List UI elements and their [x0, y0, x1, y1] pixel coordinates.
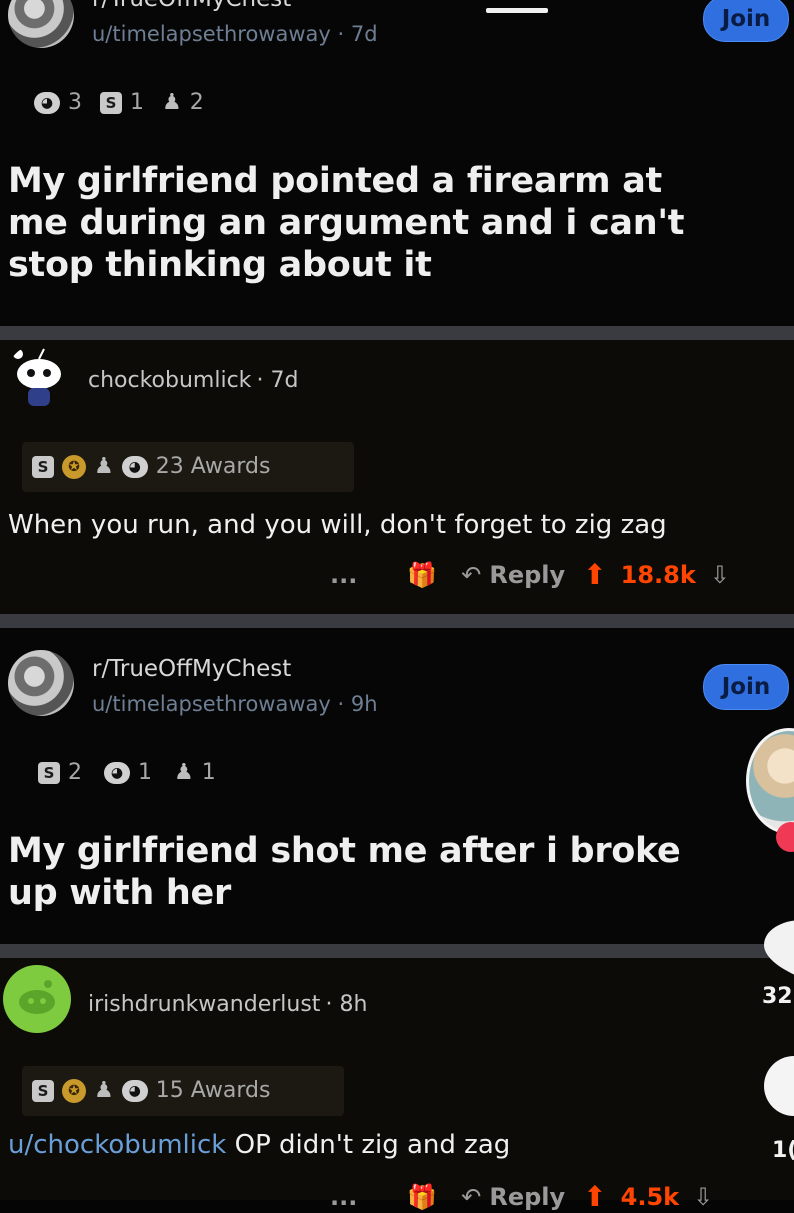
comment-body: u/chockobumlick OP didn't zig and zag	[8, 1130, 510, 1160]
comment-text: OP didn't zig and zag	[234, 1130, 511, 1160]
separator-dot: ·	[337, 22, 351, 46]
gift-icon[interactable]: 🎁	[407, 1183, 437, 1211]
comment-actions: ... 🎁 ↶ Reply ⬆ 18.8k ⇩	[330, 558, 730, 591]
comment-awards[interactable]: S ✪ ♟ ◕ 23 Awards	[22, 442, 354, 492]
comment-card-1: chockobumlick · 7d S ✪ ♟ ◕ 23 Awards Whe…	[0, 340, 794, 614]
helpful-award-icon: ♟	[162, 90, 182, 115]
separator-dot: ·	[337, 692, 351, 716]
post-author-name[interactable]: u/timelapsethrowaway	[92, 22, 331, 46]
award-icons: S ✪ ♟ ◕ 15 Awards	[32, 1078, 270, 1103]
helpful-award-icon: ♟	[174, 760, 194, 785]
post-author[interactable]: u/timelapsethrowaway · 7d	[92, 22, 378, 46]
post-author[interactable]: u/timelapsethrowaway · 9h	[92, 692, 378, 716]
more-options-button[interactable]: ...	[330, 1183, 357, 1211]
subreddit-name[interactable]: r/TrueOffMyChest	[92, 656, 291, 682]
vote-score: 4.5k	[620, 1182, 680, 1211]
award-count: 3	[68, 90, 82, 115]
gold-award-icon: ✪	[62, 1078, 86, 1103]
subreddit-avatar[interactable]	[8, 650, 74, 716]
wholesome-award-icon: ◕	[121, 455, 148, 478]
post-card-2[interactable]: r/TrueOffMyChest u/timelapsethrowaway · …	[0, 628, 794, 944]
post-author-name[interactable]: u/timelapsethrowaway	[92, 692, 331, 716]
drag-handle[interactable]	[486, 8, 548, 13]
post-awards: ◕ 3 S 1 ♟ 2	[34, 90, 204, 115]
comment-author-name[interactable]: irishdrunkwanderlust	[88, 992, 320, 1017]
subreddit-name[interactable]: r/TrueOffMyChest	[92, 0, 291, 12]
comment-time: 8h	[339, 992, 368, 1017]
comment-author[interactable]: irishdrunkwanderlust · 8h	[88, 992, 367, 1017]
comment-author-name[interactable]: chockobumlick	[88, 368, 251, 393]
separator-dot: ·	[325, 992, 340, 1017]
post-time: 9h	[350, 692, 378, 716]
silver-award-icon: S	[32, 455, 54, 478]
divider	[0, 326, 794, 340]
join-button[interactable]: Join	[703, 664, 789, 710]
like-count: 32	[762, 984, 793, 1009]
awards-count: 15 Awards	[155, 1078, 271, 1103]
comment-actions: ... 🎁 ↶ Reply ⬆ 4.5k ⇩	[330, 1180, 713, 1213]
wholesome-award-icon: ◕	[121, 1079, 148, 1102]
silver-award-icon: S	[38, 761, 60, 784]
gift-icon[interactable]: 🎁	[407, 561, 437, 589]
wholesome-award-icon: ◕	[34, 91, 60, 114]
comment-awards[interactable]: S ✪ ♟ ◕ 15 Awards	[22, 1066, 344, 1116]
silver-award-icon: S	[100, 91, 122, 114]
snoo-avatar-icon[interactable]	[6, 344, 72, 410]
post-time: 7d	[350, 22, 378, 46]
snoo-avatar-icon[interactable]	[2, 964, 72, 1034]
comment-time: 7d	[270, 368, 299, 393]
separator-dot: ·	[256, 368, 271, 393]
like-heart-icon[interactable]	[762, 900, 794, 980]
award-count: 1	[201, 760, 216, 785]
post-card-1[interactable]: r/TrueOffMyChest u/timelapsethrowaway · …	[0, 0, 794, 326]
upvote-icon[interactable]: ⬆	[583, 1180, 606, 1213]
wholesome-award-icon: ◕	[104, 761, 130, 784]
divider	[0, 614, 794, 628]
post-title[interactable]: My girlfriend pointed a firearm at me du…	[8, 160, 728, 286]
helpful-award-icon: ♟	[94, 1078, 114, 1103]
post-title[interactable]: My girlfriend shot me after i broke up w…	[8, 830, 738, 914]
user-mention-link[interactable]: u/chockobumlick	[8, 1130, 226, 1160]
subreddit-avatar[interactable]	[8, 0, 74, 48]
comment-author[interactable]: chockobumlick · 7d	[88, 368, 298, 393]
comment-body: When you run, and you will, don't forget…	[8, 510, 667, 540]
awards-count: 23 Awards	[155, 454, 271, 479]
helpful-award-icon: ♟	[94, 454, 114, 479]
award-count: 2	[189, 90, 204, 115]
downvote-icon[interactable]: ⇩	[693, 1183, 713, 1211]
upvote-icon[interactable]: ⬆	[583, 558, 606, 591]
reply-button[interactable]: Reply	[489, 561, 565, 589]
post-awards: S 2 ◕ 1 ♟ 1	[38, 760, 216, 785]
reply-button[interactable]: Reply	[489, 1183, 565, 1211]
comment-card-2: irishdrunkwanderlust · 8h S ✪ ♟ ◕ 15 Awa…	[0, 958, 794, 1213]
gold-award-icon: ✪	[62, 454, 86, 479]
award-count: 2	[68, 760, 82, 785]
vote-score: 18.8k	[620, 560, 696, 589]
join-button[interactable]: Join	[703, 0, 789, 42]
downvote-icon[interactable]: ⇩	[710, 561, 730, 589]
award-icons: S ✪ ♟ ◕ 23 Awards	[32, 454, 270, 479]
comment-count: 1(	[772, 1138, 794, 1163]
more-options-button[interactable]: ...	[330, 561, 357, 589]
award-count: 1	[130, 90, 144, 115]
award-count: 1	[138, 760, 152, 785]
reply-icon[interactable]: ↶	[461, 561, 481, 589]
divider	[0, 944, 794, 958]
reply-icon[interactable]: ↶	[461, 1183, 481, 1211]
silver-award-icon: S	[32, 1079, 54, 1102]
